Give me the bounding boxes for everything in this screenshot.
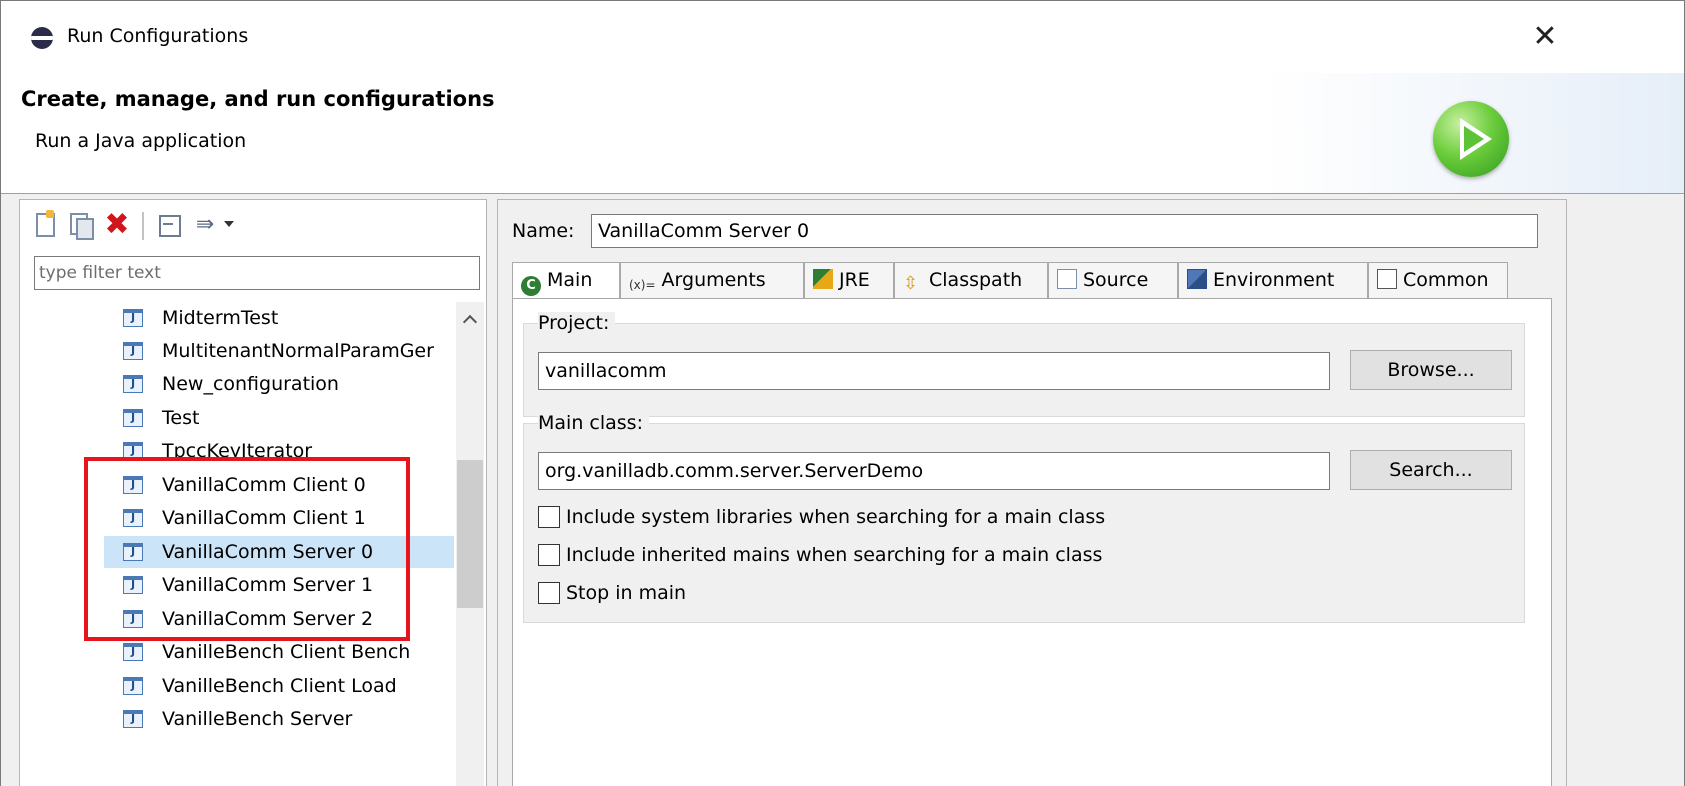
tree-item[interactable]: MultitenantNormalParamGer [104,335,454,367]
java-app-icon [123,309,143,327]
tab-arguments[interactable]: (x)= Arguments [620,262,804,298]
tab-environment[interactable]: Environment [1178,262,1368,298]
common-icon [1377,269,1397,289]
environment-icon [1187,269,1207,289]
checkbox-icon[interactable] [538,544,560,566]
run-icon [1433,101,1509,177]
duplicate-icon[interactable] [66,210,96,240]
classpath-icon: ⇳ [903,273,919,294]
scroll-thumb[interactable] [457,460,483,608]
browse-button[interactable]: Browse... [1350,350,1512,390]
tree-item[interactable]: Test [104,402,454,434]
main-tab-content: Project: Browse... Main class: Search...… [512,298,1552,786]
main-icon: C [521,276,541,296]
checkbox-icon[interactable] [538,506,560,528]
tree-scrollbar[interactable] [456,302,484,786]
java-app-icon [123,643,143,661]
eclipse-icon [31,27,53,49]
highlight-annotation [84,457,410,641]
run-configurations-dialog: Run Configurations ✕ Create, manage, and… [0,0,1685,786]
tree-item[interactable]: MidtermTest [104,302,454,334]
scroll-up-icon[interactable] [464,316,476,324]
project-field[interactable] [538,352,1330,390]
java-app-icon [123,710,143,728]
banner-title: Create, manage, and run configurations [21,87,495,111]
tree-item[interactable]: VanilleBench Client Load [104,670,454,702]
main-class-label: Main class: [538,412,649,434]
arguments-icon: (x)= [629,278,656,292]
tab-source[interactable]: Source [1048,262,1178,298]
tab-jre[interactable]: JRE [804,262,894,298]
jre-icon [813,269,833,289]
title-bar: Run Configurations ✕ [1,1,1684,73]
toolbar-separator [142,212,144,240]
new-configuration-icon[interactable] [30,210,60,240]
filter-icon[interactable]: ⇛ [190,210,220,240]
collapse-all-icon[interactable] [154,210,184,240]
main-class-field[interactable] [538,452,1330,490]
java-app-icon [123,409,143,427]
project-group: Project: Browse... [523,312,1525,417]
banner-description: Run a Java application [35,130,247,152]
filter-input[interactable] [34,256,480,290]
java-app-icon [123,342,143,360]
tree-item[interactable]: New_configuration [104,368,454,400]
delete-icon[interactable]: ✖ [102,210,132,240]
search-button[interactable]: Search... [1350,450,1512,490]
tree-item[interactable]: VanilleBench Server [104,703,454,735]
main-class-group: Main class: Search... Include system lib… [523,412,1525,623]
close-button[interactable]: ✕ [1525,17,1565,57]
tab-bar: C Main (x)= Arguments JRE ⇳ Classpath Sourc… [512,262,1512,300]
java-app-icon [123,375,143,393]
name-label: Name: [512,220,575,242]
tab-main[interactable]: C Main [512,262,620,300]
header-banner: Create, manage, and run configurations R… [1,73,1684,193]
view-menu-icon[interactable] [224,221,234,227]
tab-classpath[interactable]: ⇳ Classpath [894,262,1048,298]
java-app-icon [123,677,143,695]
checkbox-icon[interactable] [538,582,560,604]
project-label: Project: [538,312,616,334]
name-field[interactable] [591,214,1538,248]
source-icon [1057,269,1077,289]
window-title: Run Configurations [67,25,249,47]
configuration-editor: Name: CMain (x)=Arguments JRE ⇳Classpath… [497,199,1567,786]
tab-common[interactable]: Common [1368,262,1508,298]
